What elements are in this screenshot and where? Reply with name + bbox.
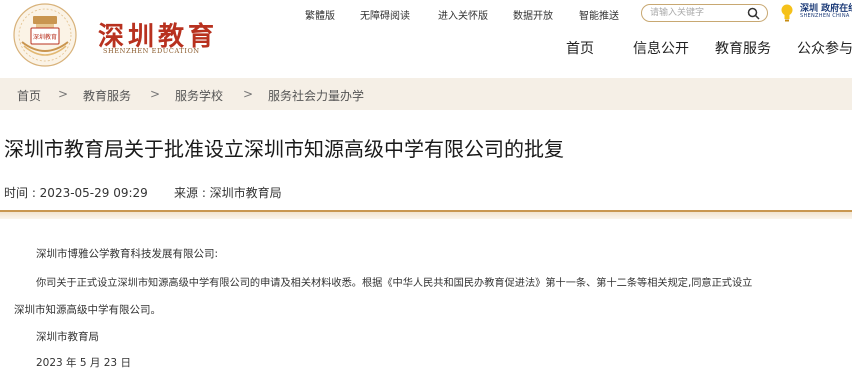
sz-china-bottom-text: SHENZHEN CHINA [800, 13, 850, 19]
article-meta: 时间 : 2023-05-29 09:29 来源 : 深圳市教育局 [4, 184, 282, 201]
emblem-text: 深圳教育 [33, 33, 57, 41]
search-icon[interactable] [747, 7, 760, 20]
article-recipient: 深圳市博雅公学教育科技发展有限公司: [36, 248, 219, 260]
link-accessible-reading[interactable]: 无障碍阅读 [360, 7, 410, 22]
search-box [641, 4, 768, 22]
nav-home[interactable]: 首页 [566, 38, 594, 58]
breadcrumb-education-services[interactable]: 教育服务 [83, 87, 131, 104]
breadcrumb-separator: > [150, 87, 161, 101]
site-logo-subtitle: SHENZHEN EDUCATION [103, 47, 200, 55]
search-input[interactable] [650, 7, 742, 19]
title-divider [0, 210, 852, 219]
shenzhen-china-logo[interactable]: 深圳 政府在线 SHENZHEN CHINA [800, 1, 852, 23]
breadcrumb-social-school-running[interactable]: 服务社会力量办学 [268, 87, 364, 104]
breadcrumb: 首页 > 教育服务 > 服务学校 > 服务社会力量办学 [0, 78, 852, 110]
article-time: 时间 : 2023-05-29 09:29 [4, 186, 148, 200]
article-date: 2023 年 5 月 23 日 [36, 357, 131, 369]
nav-education-services[interactable]: 教育服务 [715, 38, 771, 58]
lightbulb-icon[interactable] [780, 3, 794, 23]
link-care-version[interactable]: 进入关怀版 [438, 7, 488, 22]
shenzhen-education-emblem-icon[interactable]: 深圳教育 [10, 2, 80, 68]
link-traditional-chinese[interactable]: 繁體版 [305, 7, 335, 22]
nav-public-participation[interactable]: 公众参与 [797, 38, 852, 58]
article-body-line-2: 深圳市知源高级中学有限公司。 [14, 304, 161, 316]
breadcrumb-service-schools[interactable]: 服务学校 [175, 87, 223, 104]
nav-info-disclosure[interactable]: 信息公开 [633, 38, 689, 58]
article-body-line-1: 你司关于正式设立深圳市知源高级中学有限公司的申请及相关材料收悉。根据《中华人民共… [36, 278, 753, 289]
link-smart-push[interactable]: 智能推送 [579, 7, 619, 22]
article-source: 来源 : 深圳市教育局 [174, 186, 282, 200]
article-signature: 深圳市教育局 [36, 331, 99, 343]
site-header: 深圳教育 深圳教育 SHENZHEN EDUCATION 繁體版 无障碍阅读 进… [0, 0, 852, 70]
breadcrumb-home[interactable]: 首页 [17, 87, 41, 104]
link-open-data[interactable]: 数据开放 [513, 7, 553, 22]
breadcrumb-separator: > [243, 87, 254, 101]
article-title: 深圳市教育局关于批准设立深圳市知源高级中学有限公司的批复 [4, 137, 564, 161]
breadcrumb-separator: > [58, 87, 69, 101]
